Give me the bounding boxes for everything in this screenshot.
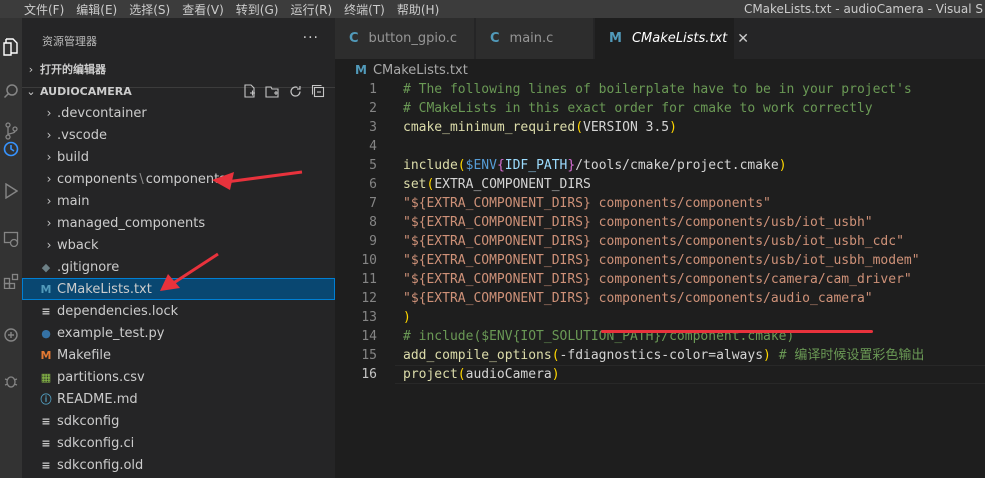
annotation-arrows [160,170,303,291]
arrow-components-head [212,172,234,190]
arrow-cmakelists [171,252,219,286]
arrow-components [225,170,303,184]
